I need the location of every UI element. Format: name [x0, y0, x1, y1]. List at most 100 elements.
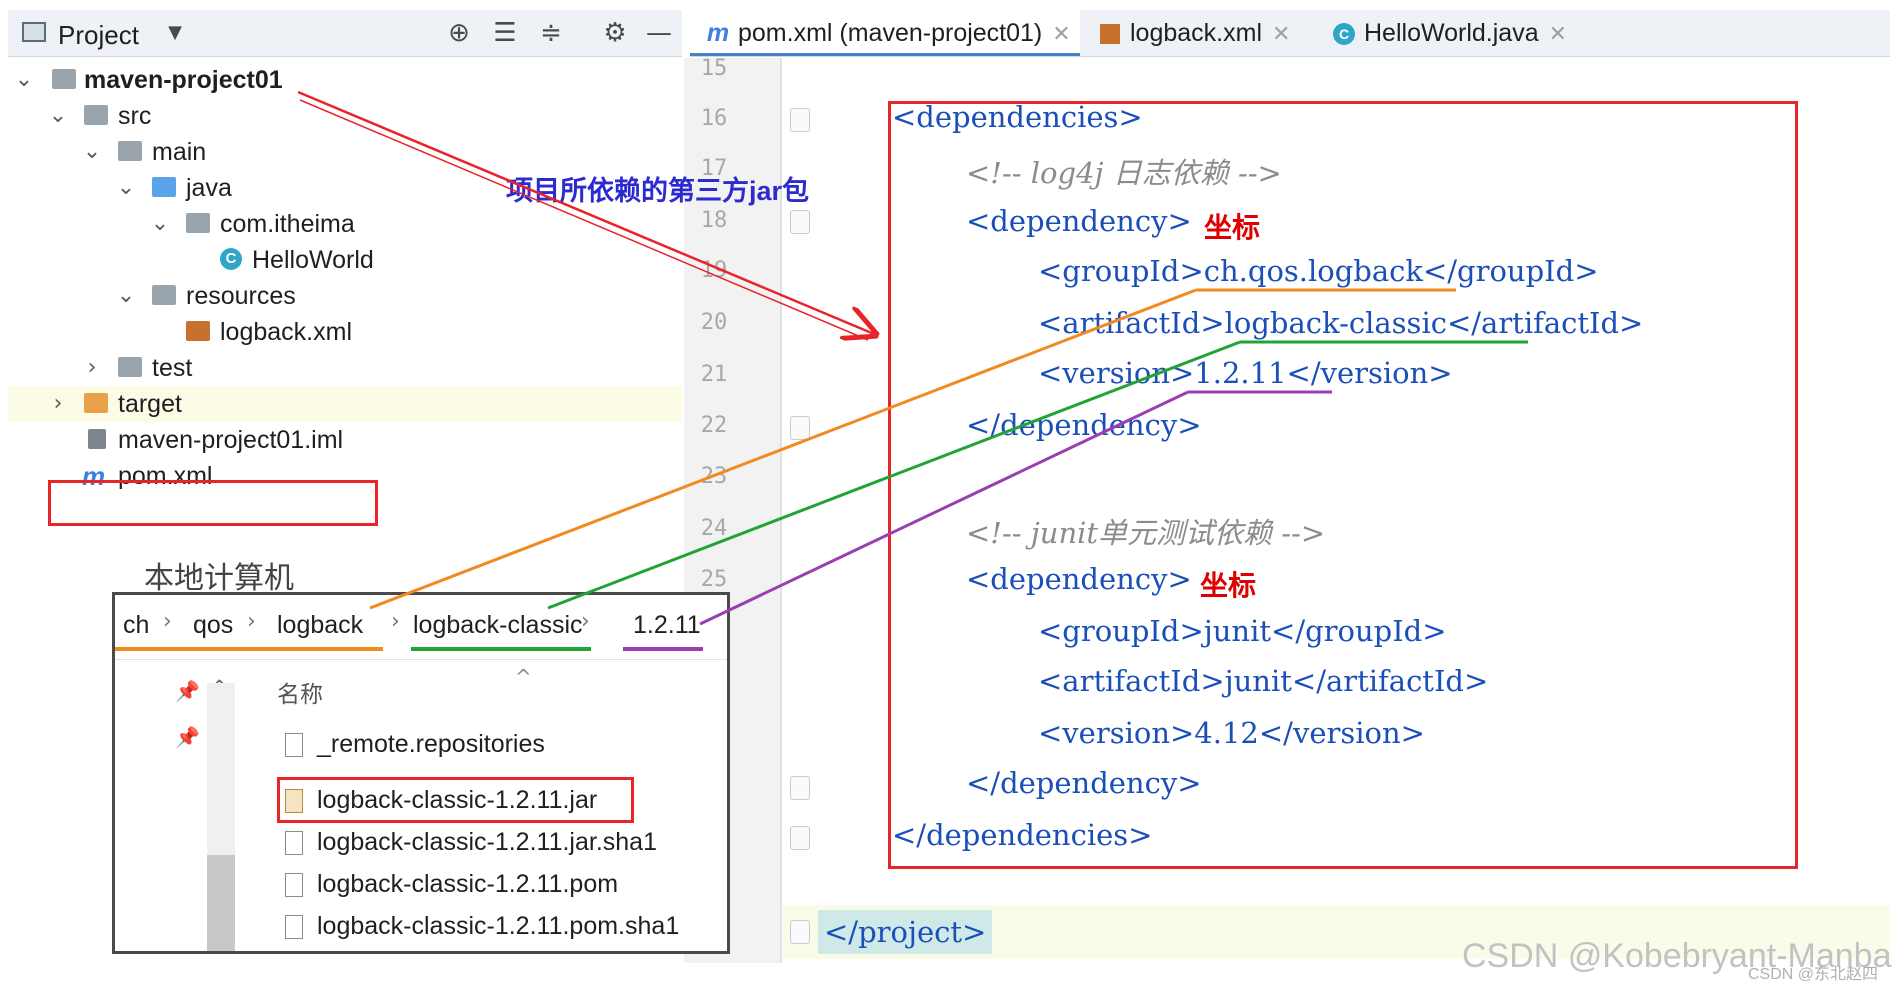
fold-marker-icon[interactable]: [790, 920, 810, 944]
tree-item-label: main: [152, 138, 207, 166]
column-header-name[interactable]: 名称: [277, 675, 323, 709]
tree-item-resources[interactable]: ⌄ resources: [8, 278, 682, 314]
chevron-right-icon: ›: [163, 609, 172, 634]
tree-item-com-itheima[interactable]: ⌄ com.itheima: [8, 206, 682, 242]
pom-highlight-box: [48, 480, 378, 526]
fold-marker-icon[interactable]: [790, 210, 810, 234]
breadcrumb-item-ch[interactable]: ch: [123, 611, 149, 640]
tree-item-label: maven-project01.iml: [118, 426, 344, 454]
breadcrumb-underline-orange: [115, 647, 383, 651]
fold-marker-icon[interactable]: [790, 416, 810, 440]
file-row[interactable]: logback-classic-1.2.11.pom.sha1: [285, 907, 679, 945]
chevron-right-icon: ›: [391, 609, 400, 634]
explorer-scrollbar-thumb[interactable]: [207, 855, 235, 951]
breadcrumb-item-version[interactable]: 1.2.11: [633, 611, 701, 640]
iml-file-icon: [88, 429, 106, 449]
project-view-selector[interactable]: Project: [58, 20, 139, 51]
fold-marker-icon[interactable]: [790, 776, 810, 800]
expand-all-icon[interactable]: ☰: [490, 18, 520, 48]
fold-marker-icon[interactable]: [790, 826, 810, 850]
source-folder-icon: [152, 177, 176, 197]
close-icon[interactable]: ✕: [1549, 22, 1567, 47]
chevron-down-icon[interactable]: ▼: [160, 18, 190, 48]
tree-item-label: java: [186, 174, 232, 202]
tab-logback-xml[interactable]: logback.xml ✕: [1096, 10, 1316, 56]
file-row[interactable]: logback-classic-1.2.11.pom: [285, 865, 618, 903]
breadcrumb-item-qos[interactable]: qos: [193, 611, 233, 640]
line-number: 19: [700, 258, 728, 283]
chevron-down-icon[interactable]: ⌄: [82, 134, 102, 170]
tree-item-target[interactable]: › target: [8, 386, 682, 422]
tab-label: pom.xml (maven-project01): [738, 19, 1043, 47]
line-number: 18: [700, 208, 728, 233]
chevron-down-icon[interactable]: ⌄: [48, 98, 68, 134]
tree-item-test[interactable]: › test: [8, 350, 682, 386]
pin-icon[interactable]: 📌: [175, 679, 200, 703]
annotation-dependencies: 项目所依赖的第三方jar包: [506, 176, 810, 206]
package-icon: [186, 213, 210, 233]
chevron-right-icon: ›: [247, 609, 256, 634]
file-name: logback-classic-1.2.11.jar.sha1: [317, 828, 657, 856]
chevron-down-icon[interactable]: ⌄: [14, 62, 34, 98]
file-name: logback-classic-1.2.11.pom: [317, 870, 619, 898]
breadcrumb-underline-purple: [623, 647, 703, 651]
file-name: logback-classic-1.2.11.pom.sha1: [317, 912, 680, 940]
java-class-icon: C: [1330, 10, 1358, 56]
file-row[interactable]: logback-classic-1.2.11.jar.sha1: [285, 823, 657, 861]
chevron-right-icon[interactable]: ›: [48, 386, 68, 422]
chevron-down-icon[interactable]: ⌄: [150, 206, 170, 242]
breadcrumb: ch › qos › logback › logback-classic › 1…: [115, 595, 727, 655]
line-number: 22: [700, 413, 728, 438]
fold-marker-icon[interactable]: [790, 108, 810, 132]
chevron-down-icon[interactable]: ⌄: [116, 170, 136, 206]
module-folder-icon: [52, 69, 76, 89]
sort-arrow-icon[interactable]: ^: [515, 665, 532, 689]
java-class-icon: C: [220, 248, 242, 270]
dependencies-highlight-box: [888, 101, 1798, 869]
tab-pom-xml[interactable]: m pom.xml (maven-project01) ✕: [690, 10, 1080, 56]
tree-item-maven-project01[interactable]: ⌄ maven-project01: [8, 62, 682, 98]
pin-icon[interactable]: 📌: [175, 725, 200, 749]
line-number: 21: [700, 362, 728, 387]
project-view-icon[interactable]: [22, 22, 46, 42]
gear-icon[interactable]: ⚙: [600, 18, 630, 48]
folder-icon: [118, 357, 142, 377]
file-row[interactable]: _remote.repositories: [285, 725, 545, 763]
folder-icon: [84, 105, 108, 125]
code-line-project-close: </project>: [818, 910, 993, 954]
line-number: 16: [700, 106, 728, 131]
tree-item-logback-xml[interactable]: logback.xml: [8, 314, 682, 350]
tree-item-helloworld[interactable]: C HelloWorld: [8, 242, 682, 278]
resources-folder-icon: [152, 285, 176, 305]
jar-highlight-box: [277, 777, 634, 823]
collapse-all-icon[interactable]: ≑: [536, 18, 566, 48]
tree-item-label: maven-project01: [84, 66, 283, 94]
breadcrumb-item-logback-classic[interactable]: logback-classic: [413, 611, 583, 640]
hide-panel-icon[interactable]: —: [644, 18, 674, 48]
breadcrumb-item-logback[interactable]: logback: [277, 611, 363, 640]
tree-item-label: src: [118, 102, 152, 130]
close-icon[interactable]: ✕: [1052, 22, 1070, 47]
close-icon[interactable]: ✕: [1272, 22, 1290, 47]
tree-item-label: resources: [186, 282, 296, 310]
tree-item-src[interactable]: ⌄ src: [8, 98, 682, 134]
tree-item-label: HelloWorld: [252, 246, 374, 274]
file-icon: [285, 915, 303, 940]
xml-file-icon: [186, 321, 210, 341]
line-number: 24: [700, 516, 728, 541]
chevron-down-icon[interactable]: ⌄: [116, 278, 136, 314]
tree-item-label: target: [118, 390, 182, 418]
tree-item-main[interactable]: ⌄ main: [8, 134, 682, 170]
line-number: 15: [700, 56, 728, 81]
file-icon: [285, 873, 303, 898]
excluded-folder-icon: [84, 393, 108, 413]
tab-label: HelloWorld.java: [1364, 19, 1539, 47]
line-number: 20: [700, 310, 728, 335]
tab-helloworld-java[interactable]: C HelloWorld.java ✕: [1330, 10, 1590, 56]
chevron-right-icon: ›: [581, 609, 590, 634]
editor-tab-bar: m pom.xml (maven-project01) ✕ logback.xml ✕…: [690, 10, 1890, 57]
tree-item-label: com.itheima: [220, 210, 355, 238]
locate-file-icon[interactable]: ⊕: [444, 18, 474, 48]
chevron-right-icon[interactable]: ›: [82, 350, 102, 386]
tree-item-iml[interactable]: maven-project01.iml: [8, 422, 682, 458]
